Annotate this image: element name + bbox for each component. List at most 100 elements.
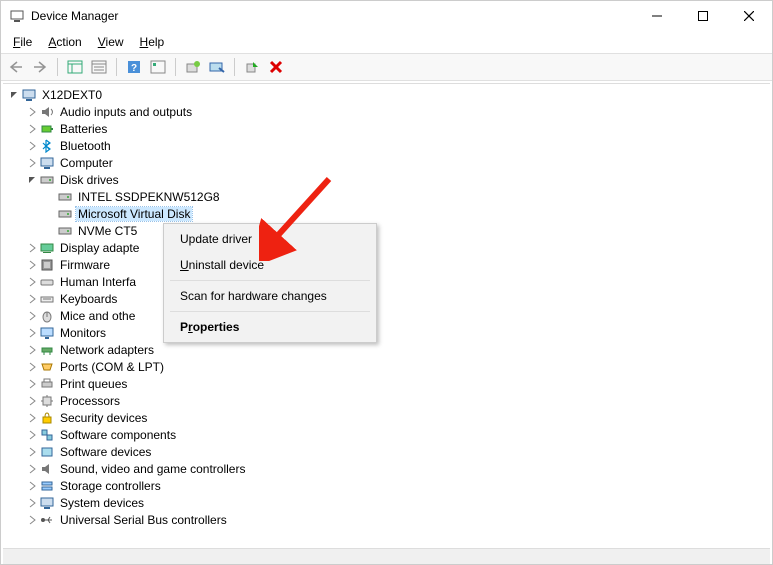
- category-ports[interactable]: Ports (COM & LPT): [25, 358, 770, 375]
- expand-icon[interactable]: [25, 377, 39, 391]
- expand-icon[interactable]: [25, 326, 39, 340]
- menu-view[interactable]: View: [90, 33, 132, 51]
- expand-icon[interactable]: [25, 513, 39, 527]
- category-security[interactable]: Security devices: [25, 409, 770, 426]
- menu-file[interactable]: File: [5, 33, 40, 51]
- expand-icon[interactable]: [25, 496, 39, 510]
- menu-action[interactable]: Action: [40, 33, 89, 51]
- status-bar: [3, 548, 770, 564]
- category-software-components[interactable]: Software components: [25, 426, 770, 443]
- category-storage-controllers[interactable]: Storage controllers: [25, 477, 770, 494]
- properties-button[interactable]: [88, 56, 110, 78]
- device-tree-panel[interactable]: X12DEXT0 Audio inputs and outputs Batter…: [3, 83, 770, 546]
- expand-icon[interactable]: [25, 292, 39, 306]
- category-mice[interactable]: Mice and othe: [25, 307, 770, 324]
- expand-icon[interactable]: [25, 258, 39, 272]
- swdev-icon: [39, 444, 55, 460]
- category-hid[interactable]: Human Interfa: [25, 273, 770, 290]
- category-monitors[interactable]: Monitors: [25, 324, 770, 341]
- bluetooth-icon: [39, 138, 55, 154]
- tree-root[interactable]: X12DEXT0: [7, 86, 770, 103]
- action-button[interactable]: [147, 56, 169, 78]
- expand-icon[interactable]: [25, 275, 39, 289]
- ctx-uninstall-device[interactable]: Uninstall device: [166, 252, 374, 278]
- show-hide-tree-button[interactable]: [64, 56, 86, 78]
- expand-icon[interactable]: [25, 462, 39, 476]
- device-nvme-ct5[interactable]: NVMe CT5: [43, 222, 770, 239]
- collapse-icon[interactable]: [7, 88, 21, 102]
- close-button[interactable]: [726, 1, 772, 31]
- expand-icon[interactable]: [25, 122, 39, 136]
- expand-icon[interactable]: [25, 360, 39, 374]
- category-print-queues[interactable]: Print queues: [25, 375, 770, 392]
- help-button[interactable]: ?: [123, 56, 145, 78]
- battery-icon: [39, 121, 55, 137]
- menu-help[interactable]: Help: [132, 33, 173, 51]
- sound-icon: [39, 461, 55, 477]
- ctx-separator: [170, 311, 370, 312]
- expand-icon[interactable]: [25, 105, 39, 119]
- category-bluetooth[interactable]: Bluetooth: [25, 137, 770, 154]
- device-ms-virtual-disk[interactable]: Microsoft Virtual Disk: [43, 205, 770, 222]
- category-label: Universal Serial Bus controllers: [58, 513, 229, 527]
- category-label: Computer: [58, 156, 115, 170]
- mouse-icon: [39, 308, 55, 324]
- window-controls: [634, 1, 772, 31]
- category-display-adapters[interactable]: Display adapte: [25, 239, 770, 256]
- category-label: Print queues: [58, 377, 129, 391]
- device-intel-ssd[interactable]: INTEL SSDPEKNW512G8: [43, 188, 770, 205]
- category-batteries[interactable]: Batteries: [25, 120, 770, 137]
- category-audio[interactable]: Audio inputs and outputs: [25, 103, 770, 120]
- expand-icon[interactable]: [25, 394, 39, 408]
- expand-icon[interactable]: [25, 156, 39, 170]
- ctx-properties[interactable]: Properties: [166, 314, 374, 340]
- back-button[interactable]: [5, 56, 27, 78]
- expand-icon[interactable]: [25, 309, 39, 323]
- category-sound-video-game[interactable]: Sound, video and game controllers: [25, 460, 770, 477]
- scan-hardware-button[interactable]: [206, 56, 228, 78]
- category-label: Batteries: [58, 122, 109, 136]
- forward-button[interactable]: [29, 56, 51, 78]
- category-label: Bluetooth: [58, 139, 113, 153]
- expand-icon[interactable]: [25, 445, 39, 459]
- expand-icon[interactable]: [25, 479, 39, 493]
- expand-icon[interactable]: [25, 343, 39, 357]
- collapse-icon[interactable]: [25, 173, 39, 187]
- update-driver-button[interactable]: [182, 56, 204, 78]
- svg-text:?: ?: [131, 63, 137, 74]
- expand-icon[interactable]: [25, 428, 39, 442]
- printer-icon: [39, 376, 55, 392]
- device-label: INTEL SSDPEKNW512G8: [76, 190, 222, 204]
- expand-icon[interactable]: [25, 139, 39, 153]
- keyboard-icon: [39, 291, 55, 307]
- enable-device-button[interactable]: [241, 56, 263, 78]
- category-disk-drives[interactable]: Disk drives: [25, 171, 770, 188]
- category-network[interactable]: Network adapters: [25, 341, 770, 358]
- pc-icon: [39, 155, 55, 171]
- category-usb-controllers[interactable]: Universal Serial Bus controllers: [25, 511, 770, 528]
- category-firmware[interactable]: Firmware: [25, 256, 770, 273]
- category-software-devices[interactable]: Software devices: [25, 443, 770, 460]
- category-processors[interactable]: Processors: [25, 392, 770, 409]
- uninstall-device-button[interactable]: [265, 56, 287, 78]
- category-label: Disk drives: [58, 173, 121, 187]
- toolbar-separator: [234, 58, 235, 76]
- toolbar-separator: [116, 58, 117, 76]
- computer-icon: [21, 87, 37, 103]
- category-system-devices[interactable]: System devices: [25, 494, 770, 511]
- category-computer[interactable]: Computer: [25, 154, 770, 171]
- minimize-button[interactable]: [634, 1, 680, 31]
- expand-icon[interactable]: [25, 241, 39, 255]
- disk-icon: [57, 223, 73, 239]
- maximize-button[interactable]: [680, 1, 726, 31]
- toolbar-separator: [57, 58, 58, 76]
- ctx-update-driver[interactable]: Update driver: [166, 226, 374, 252]
- ctx-scan-hardware[interactable]: Scan for hardware changes: [166, 283, 374, 309]
- category-keyboards[interactable]: Keyboards: [25, 290, 770, 307]
- expand-icon[interactable]: [25, 411, 39, 425]
- usb-icon: [39, 512, 55, 528]
- menu-bar: File Action View Help: [1, 31, 772, 53]
- tree-root-label: X12DEXT0: [40, 88, 104, 102]
- context-menu: Update driver Uninstall device Scan for …: [163, 223, 377, 343]
- port-icon: [39, 359, 55, 375]
